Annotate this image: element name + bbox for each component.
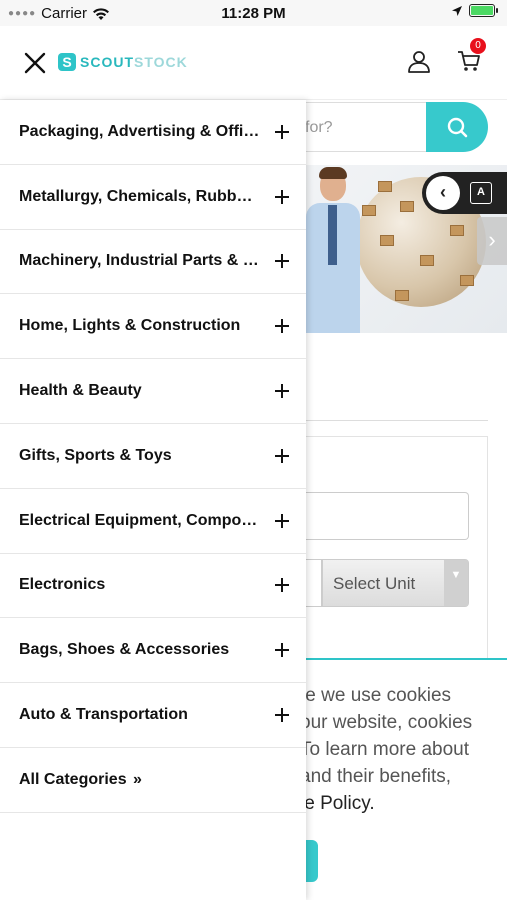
location-arrow-icon xyxy=(452,5,462,16)
cookie-line: To learn more about xyxy=(300,739,469,760)
user-account-icon[interactable] xyxy=(406,48,432,74)
plus-icon[interactable] xyxy=(274,189,290,205)
banner-box xyxy=(420,255,434,266)
translate-widget[interactable]: ‹ A xyxy=(422,172,507,214)
all-categories-link[interactable]: All Categories » xyxy=(0,748,306,813)
category-item[interactable]: Gifts, Sports & Toys xyxy=(0,424,306,489)
cookie-policy-link[interactable]: ie Policy. xyxy=(300,790,507,817)
category-item[interactable]: Home, Lights & Construction xyxy=(0,294,306,360)
all-categories-label: All Categories » xyxy=(19,771,142,789)
plus-icon[interactable] xyxy=(274,513,290,529)
plus-icon[interactable] xyxy=(274,253,290,269)
category-label: Packaging, Advertising & Office xyxy=(19,122,262,140)
chevron-left-icon[interactable]: ‹ xyxy=(426,176,460,210)
category-label: Metallurgy, Chemicals, Rubber & Plastics xyxy=(19,187,274,205)
category-label: Health & Beauty xyxy=(19,382,142,400)
cookie-line: and their benefits, xyxy=(300,766,452,787)
logo-mark-icon: S xyxy=(58,53,76,71)
banner-box xyxy=(362,205,376,216)
plus-icon[interactable] xyxy=(274,318,290,334)
battery-fill xyxy=(471,6,493,15)
double-chevron-right-icon: » xyxy=(133,770,142,788)
search-button[interactable] xyxy=(426,102,488,152)
status-right xyxy=(451,4,498,17)
banner-box xyxy=(378,181,392,192)
category-item[interactable]: Auto & Transportation xyxy=(0,683,306,748)
category-item[interactable]: Metallurgy, Chemicals, Rubber & Plastics xyxy=(0,165,306,230)
cookie-line: our website, cookies xyxy=(300,712,473,733)
person-hair xyxy=(319,167,347,179)
search-icon xyxy=(447,117,468,138)
category-item[interactable]: Electrical Equipment, Components & Telec… xyxy=(0,489,306,554)
app-header: S SCOUTSTOCK 0 xyxy=(0,26,507,100)
all-categories-text: All Categories xyxy=(19,770,127,788)
logo-text: SCOUTSTOCK xyxy=(80,54,188,70)
brand-logo[interactable]: S SCOUTSTOCK xyxy=(58,53,188,71)
banner-box xyxy=(380,235,394,246)
category-label: Machinery, Industrial Parts & Tools xyxy=(19,252,274,270)
person-tie xyxy=(328,205,337,265)
logo-text-part-2: STOCK xyxy=(134,54,188,70)
category-item[interactable]: Bags, Shoes & Accessories xyxy=(0,618,306,684)
caret-down-icon: ▼ xyxy=(444,560,468,606)
banner-box xyxy=(460,275,474,286)
status-bar: ●●●● Carrier 11:28 PM xyxy=(0,0,507,26)
category-label: Electronics xyxy=(19,576,106,594)
search-input[interactable]: for? xyxy=(300,102,428,152)
businessman-image xyxy=(304,167,360,333)
plus-icon[interactable] xyxy=(274,124,290,140)
close-menu-icon[interactable] xyxy=(22,50,48,76)
status-time: 11:28 PM xyxy=(221,5,286,22)
cart-count-badge: 0 xyxy=(470,38,486,54)
category-label: Electrical Equipment, Components & Telec… xyxy=(19,511,274,529)
category-label: Auto & Transportation xyxy=(19,706,188,724)
product-name-input[interactable] xyxy=(300,492,469,540)
plus-icon[interactable] xyxy=(274,642,290,658)
plus-icon[interactable] xyxy=(274,577,290,593)
plus-icon[interactable] xyxy=(274,707,290,723)
cookie-line: te we use cookies xyxy=(300,685,452,706)
category-label: Home, Lights & Construction xyxy=(19,317,241,335)
banner-box xyxy=(400,201,414,212)
category-item[interactable]: Electronics xyxy=(0,554,306,619)
category-label: Gifts, Sports & Toys xyxy=(19,446,172,464)
cookie-banner: te we use cookies our website, cookies T… xyxy=(300,658,507,900)
section-divider xyxy=(300,420,488,421)
category-drawer: Packaging, Advertising & Office Metallur… xyxy=(0,100,306,900)
logo-text-part-1: SCOUT xyxy=(80,54,134,70)
cookie-text: te we use cookies our website, cookies T… xyxy=(300,682,507,817)
banner-box xyxy=(395,290,409,301)
request-form-card xyxy=(300,436,488,660)
category-label: Bags, Shoes & Accessories xyxy=(19,641,230,659)
unit-select[interactable]: Select Unit ▼ xyxy=(322,559,469,607)
chevron-right-icon[interactable]: › xyxy=(477,217,507,265)
battery-icon xyxy=(469,4,498,17)
category-item[interactable]: Packaging, Advertising & Office xyxy=(0,100,306,165)
translate-icon[interactable]: A xyxy=(470,182,492,204)
banner-box xyxy=(450,225,464,236)
plus-icon[interactable] xyxy=(274,448,290,464)
unit-select-value: Select Unit xyxy=(333,574,416,593)
plus-icon[interactable] xyxy=(274,383,290,399)
category-item[interactable]: Machinery, Industrial Parts & Tools xyxy=(0,230,306,295)
category-item[interactable]: Health & Beauty xyxy=(0,359,306,424)
